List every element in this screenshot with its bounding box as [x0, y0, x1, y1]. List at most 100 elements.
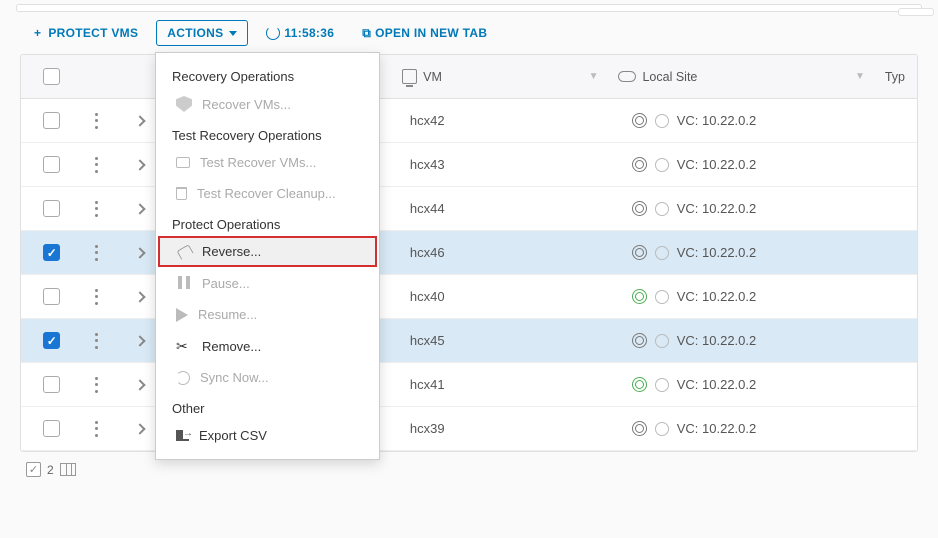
filter-icon[interactable]: ▼ [855, 71, 865, 82]
checkbox-icon [43, 68, 60, 85]
refresh-time-button[interactable]: 11:58:36 [256, 22, 344, 44]
header-vm[interactable]: VM ▼ [390, 69, 606, 84]
dd-pause[interactable]: Pause... [156, 267, 379, 299]
header-local-site[interactable]: Local Site ▼ [606, 70, 872, 84]
header-vm-label: VM [423, 70, 442, 84]
sync-icon [176, 371, 190, 385]
chevron-right-icon [135, 379, 146, 390]
kebab-icon [95, 157, 99, 173]
power-icon [655, 290, 669, 304]
column-picker-icon[interactable] [60, 463, 76, 476]
power-icon [655, 114, 669, 128]
row-checkbox[interactable] [21, 156, 83, 173]
row-menu[interactable] [83, 113, 125, 129]
radar-icon [632, 377, 647, 392]
row-checkbox[interactable] [21, 244, 83, 261]
chevron-right-icon [135, 203, 146, 214]
dd-sync[interactable]: Sync Now... [156, 362, 379, 393]
dd-export-csv[interactable]: Export CSV [156, 420, 379, 451]
scissor-icon: ✂ [176, 338, 192, 354]
row-menu[interactable] [83, 157, 125, 173]
row-vm-name: hcx44 [398, 201, 620, 216]
power-icon [655, 378, 669, 392]
row-local-site: VC: 10.22.0.2 [620, 421, 893, 436]
row-checkbox[interactable] [21, 420, 83, 437]
dd-group-protect: Protect Operations [156, 209, 379, 236]
selection-count: 2 [47, 463, 54, 477]
checkbox-icon [43, 288, 60, 305]
row-local-site: VC: 10.22.0.2 [620, 245, 893, 260]
selection-indicator-icon[interactable] [26, 462, 41, 477]
radar-icon [632, 245, 647, 260]
row-checkbox[interactable] [21, 376, 83, 393]
header-type[interactable]: Typ [873, 70, 917, 84]
newtab-icon: ⧉ [362, 26, 371, 41]
radar-icon [632, 157, 647, 172]
row-menu[interactable] [83, 421, 125, 437]
checkbox-icon [43, 420, 60, 437]
filter-icon[interactable]: ▼ [589, 71, 599, 82]
dd-test-recover[interactable]: Test Recover VMs... [156, 147, 379, 178]
shield-icon [176, 96, 192, 112]
row-local-site: VC: 10.22.0.2 [620, 333, 893, 348]
row-local-site: VC: 10.22.0.2 [620, 113, 893, 128]
header-select-all[interactable] [21, 68, 82, 85]
trash-icon [176, 187, 187, 200]
play-icon [176, 308, 188, 322]
list-icon [176, 157, 190, 168]
dd-recover-vms[interactable]: Recover VMs... [156, 88, 379, 120]
chevron-right-icon [135, 423, 146, 434]
protect-vms-button[interactable]: PROTECT VMS [24, 22, 148, 44]
row-local-site: VC: 10.22.0.2 [620, 377, 893, 392]
cloud-icon [618, 71, 636, 82]
checkbox-icon [43, 156, 60, 173]
row-vm-name: hcx40 [398, 289, 620, 304]
dd-group-recovery: Recovery Operations [156, 61, 379, 88]
radar-icon [632, 421, 647, 436]
chevron-right-icon [135, 159, 146, 170]
open-new-tab-button[interactable]: ⧉ OPEN IN NEW TAB [352, 22, 497, 45]
kebab-icon [95, 201, 99, 217]
row-menu[interactable] [83, 245, 125, 261]
dd-group-test: Test Recovery Operations [156, 120, 379, 147]
dd-group-other: Other [156, 393, 379, 420]
radar-icon [632, 333, 647, 348]
power-icon [655, 246, 669, 260]
row-menu[interactable] [83, 377, 125, 393]
checkbox-icon [43, 112, 60, 129]
dd-remove[interactable]: ✂Remove... [156, 330, 379, 362]
actions-button[interactable]: ACTIONS [156, 20, 248, 46]
dd-test-cleanup[interactable]: Test Recover Cleanup... [156, 178, 379, 209]
chevron-right-icon [135, 115, 146, 126]
row-local-site: VC: 10.22.0.2 [620, 289, 893, 304]
row-checkbox[interactable] [21, 332, 83, 349]
checkbox-icon [43, 332, 60, 349]
refresh-icon [266, 26, 280, 40]
row-menu[interactable] [83, 201, 125, 217]
row-checkbox[interactable] [21, 112, 83, 129]
row-checkbox[interactable] [21, 200, 83, 217]
kebab-icon [95, 333, 99, 349]
top-placeholder-panel [16, 4, 922, 12]
radar-icon [632, 113, 647, 128]
kebab-icon [95, 289, 99, 305]
dd-reverse[interactable]: Reverse... [158, 236, 377, 267]
row-menu[interactable] [83, 333, 125, 349]
checkbox-icon [43, 200, 60, 217]
radar-icon [632, 201, 647, 216]
site-text: VC: 10.22.0.2 [677, 333, 757, 348]
site-text: VC: 10.22.0.2 [677, 113, 757, 128]
row-vm-name: hcx39 [398, 421, 620, 436]
row-local-site: VC: 10.22.0.2 [620, 201, 893, 216]
header-site-label: Local Site [642, 70, 697, 84]
kebab-icon [95, 113, 99, 129]
power-icon [655, 202, 669, 216]
actions-dropdown: Recovery Operations Recover VMs... Test … [155, 52, 380, 460]
row-menu[interactable] [83, 289, 125, 305]
site-text: VC: 10.22.0.2 [677, 377, 757, 392]
power-icon [655, 334, 669, 348]
header-type-label: Typ [885, 70, 905, 84]
checkbox-icon [43, 376, 60, 393]
row-checkbox[interactable] [21, 288, 83, 305]
dd-resume[interactable]: Resume... [156, 299, 379, 330]
